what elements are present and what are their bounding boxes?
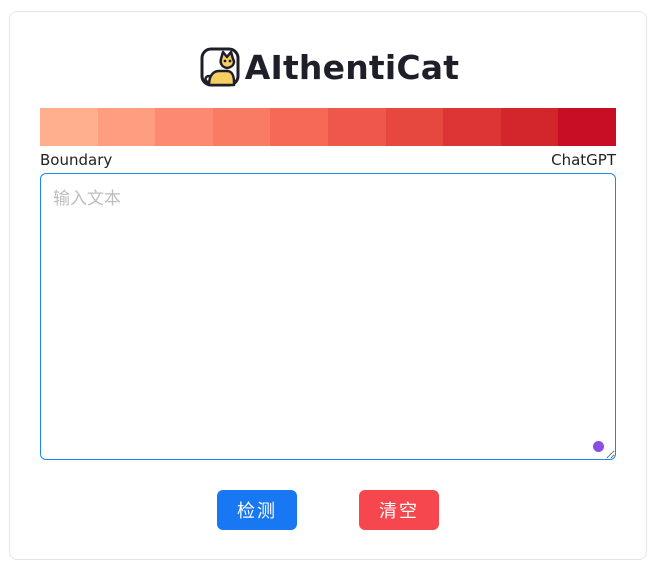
- extension-dot-icon[interactable]: [593, 441, 604, 452]
- scale-right-label: ChatGPT: [551, 151, 616, 169]
- detect-button[interactable]: 检测: [217, 490, 297, 530]
- scale-segment-7: [385, 108, 444, 146]
- scale-segment-6: [327, 108, 386, 146]
- text-input-wrapper: [40, 173, 616, 460]
- scale-segment-4: [212, 108, 271, 146]
- scale-left-label: Boundary: [40, 151, 113, 169]
- scale-segment-8: [443, 108, 501, 146]
- app-title: AIthentiCat: [244, 47, 460, 87]
- clear-button[interactable]: 清空: [359, 490, 439, 530]
- scale-segment-1: [40, 108, 98, 146]
- scale-segment-9: [500, 108, 559, 146]
- detection-scale-bar: [40, 108, 616, 146]
- scale-segment-5: [270, 108, 328, 146]
- app-header: AIthentiCat: [0, 44, 658, 90]
- text-input[interactable]: [40, 173, 616, 460]
- cat-icon: [200, 47, 240, 87]
- scale-segment-2: [97, 108, 156, 146]
- scale-segment-10: [558, 108, 616, 146]
- scale-labels: Boundary ChatGPT: [40, 151, 616, 171]
- scale-segment-3: [155, 108, 213, 146]
